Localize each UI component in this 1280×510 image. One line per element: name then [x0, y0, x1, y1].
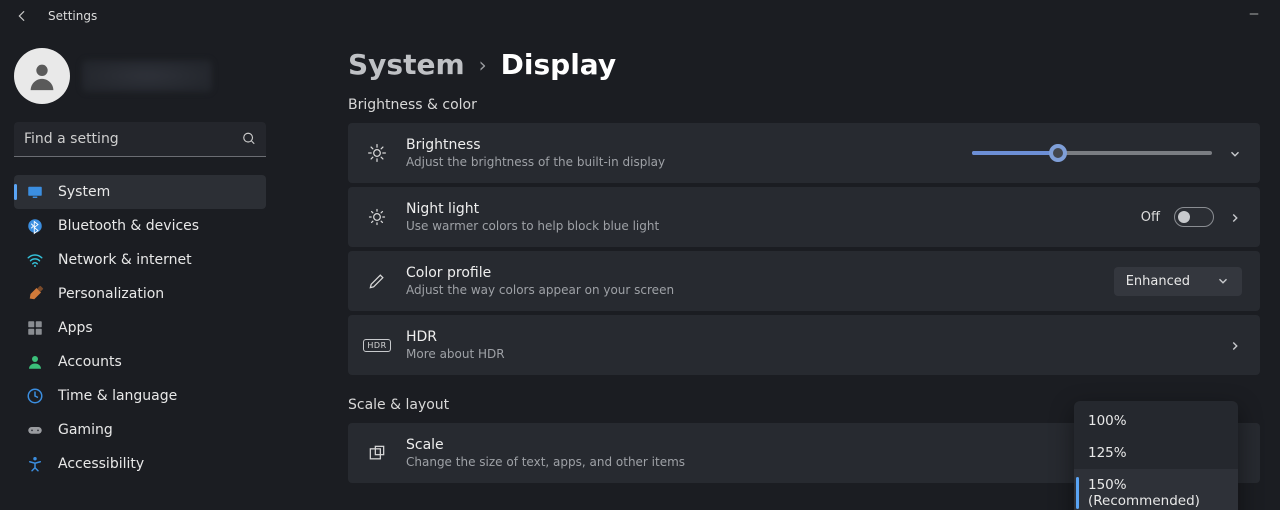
sidebar-item-personalization[interactable]: Personalization [14, 277, 266, 311]
sidebar-item-label: Time & language [58, 388, 177, 404]
gamepad-icon [26, 421, 44, 439]
minimize-button[interactable] [1236, 4, 1272, 28]
chevron-right-icon: › [479, 53, 487, 77]
setting-title: HDR [406, 329, 505, 345]
setting-brightness[interactable]: Brightness Adjust the brightness of the … [348, 123, 1260, 183]
chevron-right-icon[interactable] [1228, 210, 1242, 224]
hdr-icon: HDR [366, 339, 388, 352]
setting-title: Night light [406, 201, 659, 217]
toggle-state-label: Off [1141, 210, 1160, 225]
bluetooth-icon [26, 217, 44, 235]
setting-hdr[interactable]: HDR HDR More about HDR [348, 315, 1260, 375]
sidebar-item-label: System [58, 184, 110, 200]
globe-clock-icon [26, 387, 44, 405]
setting-subtitle: Change the size of text, apps, and other… [406, 455, 685, 469]
night-light-toggle[interactable] [1174, 207, 1214, 227]
dropdown-option[interactable]: 100% [1074, 405, 1238, 437]
sidebar-item-gaming[interactable]: Gaming [14, 413, 266, 447]
breadcrumb-parent[interactable]: System [348, 48, 465, 81]
sidebar-item-accessibility[interactable]: Accessibility [14, 447, 266, 481]
search-icon [242, 130, 256, 149]
chevron-down-icon[interactable] [1228, 146, 1242, 160]
setting-subtitle: More about HDR [406, 347, 505, 361]
sidebar-item-bluetooth[interactable]: Bluetooth & devices [14, 209, 266, 243]
setting-title: Brightness [406, 137, 665, 153]
window-title: Settings [48, 9, 97, 23]
chevron-right-icon[interactable] [1228, 338, 1242, 352]
dropdown-option-selected[interactable]: 150% (Recommended) [1074, 469, 1238, 510]
scale-icon [366, 443, 388, 463]
scale-dropdown: 100% 125% 150% (Recommended) 175% [1074, 401, 1238, 510]
setting-title: Scale [406, 437, 685, 453]
sidebar-item-label: Gaming [58, 422, 113, 438]
sidebar-item-accounts[interactable]: Accounts [14, 345, 266, 379]
sidebar-nav: System Bluetooth & devices Network & int… [14, 175, 266, 481]
setting-subtitle: Adjust the brightness of the built-in di… [406, 155, 665, 169]
back-button[interactable] [8, 2, 36, 30]
night-light-icon [366, 207, 388, 227]
sidebar-item-time-language[interactable]: Time & language [14, 379, 266, 413]
breadcrumb: System › Display [348, 48, 1260, 81]
person-icon [26, 353, 44, 371]
user-profile[interactable] [14, 48, 286, 104]
setting-color-profile[interactable]: Color profile Adjust the way colors appe… [348, 251, 1260, 311]
apps-icon [26, 319, 44, 337]
user-name-redacted [82, 60, 212, 92]
monitor-icon [26, 183, 44, 201]
section-header-brightness-color: Brightness & color [348, 97, 1260, 113]
sidebar-item-network[interactable]: Network & internet [14, 243, 266, 277]
dropdown-option[interactable]: 125% [1074, 437, 1238, 469]
pen-icon [366, 271, 388, 291]
color-profile-select[interactable]: Enhanced [1114, 267, 1242, 296]
sun-icon [366, 143, 388, 163]
setting-subtitle: Adjust the way colors appear on your scr… [406, 283, 674, 297]
sidebar-item-apps[interactable]: Apps [14, 311, 266, 345]
sidebar-item-label: Personalization [58, 286, 164, 302]
brightness-slider[interactable] [972, 151, 1212, 155]
sidebar-item-system[interactable]: System [14, 175, 266, 209]
sidebar-item-label: Network & internet [58, 252, 192, 268]
setting-night-light[interactable]: Night light Use warmer colors to help bl… [348, 187, 1260, 247]
paintbrush-icon [26, 285, 44, 303]
page-title: Display [501, 48, 616, 81]
sidebar-item-label: Bluetooth & devices [58, 218, 199, 234]
accessibility-icon [26, 455, 44, 473]
chevron-down-icon [1216, 274, 1230, 288]
avatar [14, 48, 70, 104]
setting-title: Color profile [406, 265, 674, 281]
sidebar-item-label: Accounts [58, 354, 122, 370]
search-input[interactable] [14, 122, 266, 157]
setting-subtitle: Use warmer colors to help block blue lig… [406, 219, 659, 233]
wifi-icon [26, 251, 44, 269]
sidebar-item-label: Accessibility [58, 456, 144, 472]
sidebar-item-label: Apps [58, 320, 93, 336]
select-value: Enhanced [1126, 274, 1190, 289]
